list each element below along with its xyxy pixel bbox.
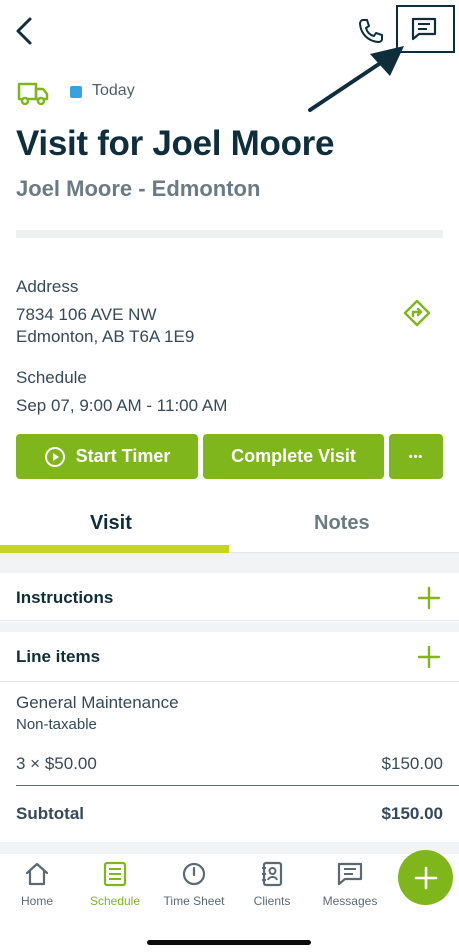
start-timer-label: Start Timer — [75, 446, 171, 466]
directions-icon[interactable] — [402, 298, 432, 328]
nav-clients[interactable]: Clients — [235, 860, 309, 908]
nav-schedule-label: Schedule — [89, 894, 141, 908]
message-icon[interactable] — [409, 16, 439, 42]
nav-messages-label: Messages — [322, 894, 378, 908]
nav-messages[interactable]: Messages — [313, 860, 387, 908]
tab-visit[interactable]: Visit — [90, 512, 132, 535]
page-title: Visit for Joel Moore — [16, 124, 335, 163]
section-gap — [0, 622, 459, 632]
client-subtitle: Joel Moore - Edmonton — [16, 176, 261, 201]
date-badge: Today — [92, 82, 135, 99]
line-items-title: Line items — [16, 647, 101, 666]
complete-visit-label: Complete Visit — [231, 446, 356, 466]
create-fab-button[interactable] — [398, 850, 453, 905]
subtotal-divider — [16, 785, 459, 786]
divider — [0, 681, 459, 682]
section-gap — [0, 842, 459, 854]
message-icon — [337, 862, 363, 886]
clock-icon — [182, 862, 206, 886]
nav-time-sheet[interactable]: Time Sheet — [157, 860, 231, 908]
add-line-item-icon[interactable] — [416, 644, 442, 670]
address-line-1: 7834 106 AVE NW — [16, 305, 157, 324]
tab-notes[interactable]: Notes — [314, 512, 370, 535]
schedule-value: Sep 07, 9:00 AM - 11:00 AM — [16, 396, 228, 415]
subtotal-label: Subtotal — [16, 804, 84, 823]
address-label: Address — [16, 277, 79, 296]
add-instructions-icon[interactable] — [416, 585, 442, 611]
play-icon — [44, 446, 65, 467]
active-tab-indicator — [0, 545, 229, 553]
nav-home[interactable]: Home — [0, 860, 74, 908]
nav-home-label: Home — [20, 894, 53, 908]
line-item-total: $150.00 — [381, 754, 443, 773]
instructions-title: Instructions — [16, 588, 114, 607]
line-item-tax: Non-taxable — [16, 716, 97, 733]
plus-icon — [414, 866, 437, 889]
line-item-name[interactable]: General Maintenance — [16, 693, 179, 713]
address-line-2: Edmonton, AB T6A 1E9 — [16, 327, 195, 346]
subtotal-value: $150.00 — [381, 804, 443, 823]
contacts-icon — [262, 861, 283, 887]
section-gap — [0, 553, 459, 573]
nav-time-sheet-label: Time Sheet — [163, 894, 225, 908]
back-chevron-icon[interactable] — [10, 14, 40, 48]
home-indicator — [147, 940, 311, 945]
home-icon — [25, 862, 49, 886]
truck-icon — [17, 82, 49, 106]
schedule-icon — [103, 861, 127, 887]
start-timer-button[interactable]: Start Timer — [16, 434, 198, 479]
more-actions-button[interactable]: ••• — [389, 434, 443, 479]
nav-clients-label: Clients — [253, 894, 291, 908]
more-icon: ••• — [408, 450, 424, 463]
divider — [16, 230, 443, 238]
nav-schedule[interactable]: Schedule — [78, 860, 152, 908]
schedule-label: Schedule — [16, 368, 87, 387]
annotation-arrow — [308, 46, 404, 112]
complete-visit-button[interactable]: Complete Visit — [203, 434, 384, 479]
today-badge-dot — [70, 86, 82, 98]
line-item-qty-price: 3 × $50.00 — [16, 754, 97, 773]
